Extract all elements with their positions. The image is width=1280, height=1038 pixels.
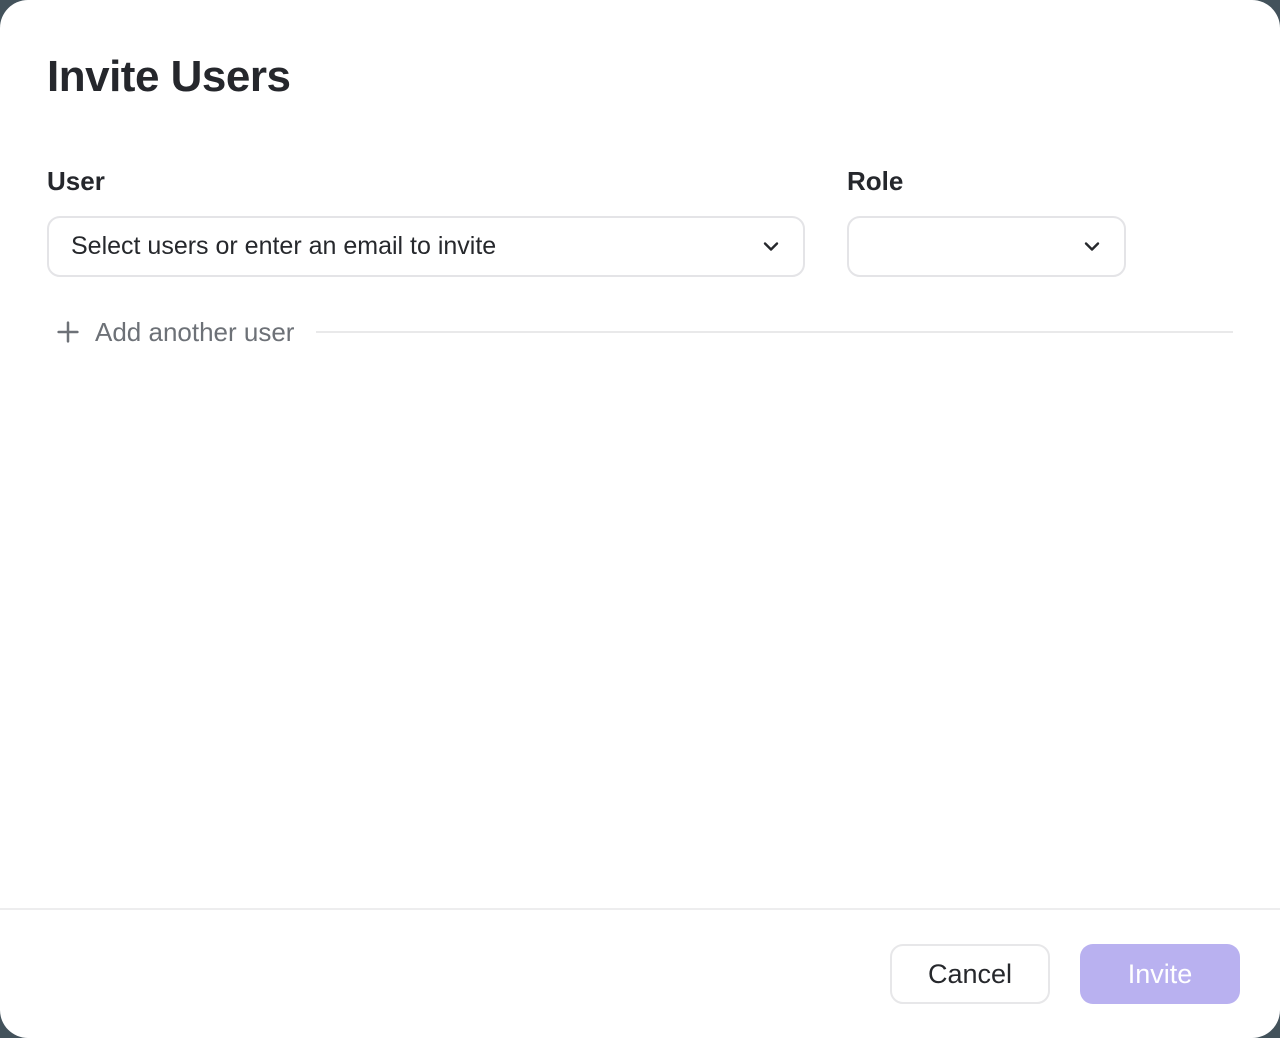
user-select-placeholder: Select users or enter an email to invite [71, 232, 496, 261]
invite-users-dialog: Invite Users User Select users or enter … [0, 0, 1280, 1038]
invite-form-row: User Select users or enter an email to i… [47, 165, 1233, 277]
user-field-group: User Select users or enter an email to i… [47, 165, 805, 277]
dialog-footer: Cancel Invite [0, 908, 1280, 1038]
add-another-user-label: Add another user [95, 312, 294, 352]
add-row-divider [316, 331, 1233, 333]
chevron-down-icon [759, 234, 783, 258]
role-label: Role [847, 165, 1126, 197]
dialog-body: Invite Users User Select users or enter … [0, 0, 1280, 908]
role-select[interactable] [847, 216, 1126, 277]
user-label: User [47, 165, 805, 197]
add-another-user-button[interactable]: Add another user [47, 312, 294, 352]
invite-button[interactable]: Invite [1080, 944, 1240, 1004]
user-select[interactable]: Select users or enter an email to invite [47, 216, 805, 277]
role-field-group: Role [847, 165, 1126, 277]
cancel-button[interactable]: Cancel [890, 944, 1050, 1004]
dialog-title: Invite Users [47, 52, 1233, 103]
add-another-user-row: Add another user [47, 312, 1233, 352]
plus-icon [53, 317, 83, 347]
chevron-down-icon [1080, 234, 1104, 258]
